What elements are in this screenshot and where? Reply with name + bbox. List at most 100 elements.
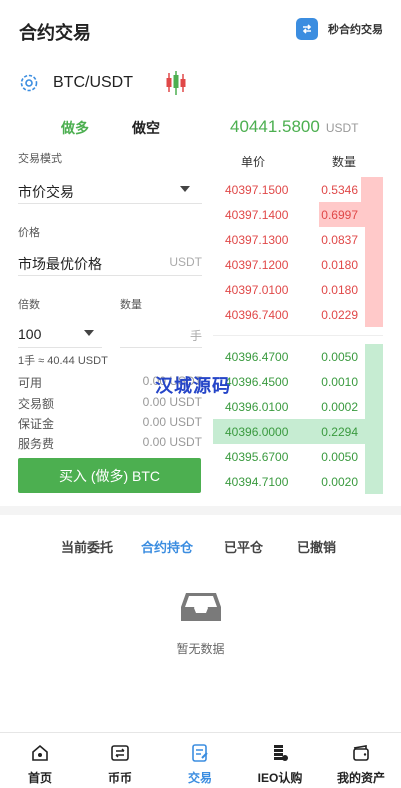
info-row: 服务费 0.00 USDT bbox=[18, 435, 202, 452]
orderbook-qty-header: 数量 bbox=[332, 155, 357, 169]
order-tab[interactable]: 已撤销 bbox=[297, 537, 336, 556]
order-qty: 0.0010 bbox=[321, 375, 358, 389]
candlestick-chart-icon[interactable] bbox=[165, 70, 187, 101]
buy-long-button[interactable]: 买入 (做多) BTC bbox=[18, 458, 201, 493]
wallet-icon bbox=[351, 743, 371, 768]
order-qty: 0.6997 bbox=[321, 208, 358, 222]
nav-label: IEO认购 bbox=[257, 771, 303, 785]
depth-bar bbox=[365, 444, 383, 469]
tab-short[interactable]: 做空 bbox=[132, 118, 160, 138]
last-price-unit: USDT bbox=[325, 121, 359, 135]
order-price: 40396.7400 bbox=[225, 308, 289, 322]
exchange-icon bbox=[110, 743, 130, 768]
order-tab[interactable]: 当前委托 bbox=[61, 537, 113, 556]
bid-row[interactable]: 40395.6700 0.0050 bbox=[213, 444, 383, 469]
order-price: 40397.1400 bbox=[225, 208, 289, 222]
depth-bar bbox=[365, 394, 383, 419]
info-value: 0.00 USDT bbox=[142, 415, 202, 429]
info-key: 服务费 bbox=[18, 437, 55, 451]
order-tabs: 当前委托 合约持仓 已平仓 已撤销 bbox=[0, 535, 401, 555]
second-contract-link[interactable]: 秒合约交易 bbox=[296, 18, 383, 40]
price-label: 价格 bbox=[18, 227, 40, 239]
home-icon bbox=[30, 743, 50, 768]
order-price: 40394.7100 bbox=[225, 475, 289, 489]
nav-item-1[interactable]: 币币 bbox=[80, 733, 160, 788]
trade-mode-label: 交易模式 bbox=[18, 153, 62, 165]
order-price: 40397.1500 bbox=[225, 183, 289, 197]
nav-label: 币币 bbox=[107, 771, 132, 785]
nav-label: 我的资产 bbox=[336, 771, 385, 785]
order-tab[interactable]: 合约持仓 bbox=[141, 537, 193, 556]
second-contract-label: 秒合约交易 bbox=[328, 24, 383, 36]
info-key: 可用 bbox=[18, 376, 43, 390]
ask-row[interactable]: 40397.1500 0.5346 bbox=[213, 177, 383, 202]
order-price: 40397.1200 bbox=[225, 258, 289, 272]
tab-long[interactable]: 做多 bbox=[61, 118, 89, 138]
order-qty: 0.5346 bbox=[321, 183, 358, 197]
coins-icon bbox=[270, 743, 290, 768]
nav-item-2[interactable]: 交易 bbox=[160, 733, 240, 788]
lot-note: 1手 ≈ 40.44 USDT bbox=[18, 355, 108, 367]
pair-name[interactable]: BTC/USDT bbox=[53, 74, 133, 92]
depth-bar bbox=[365, 369, 383, 394]
nav-item-0[interactable]: 首页 bbox=[0, 733, 80, 788]
nav-item-4[interactable]: 我的资产 bbox=[321, 733, 401, 788]
trade-icon bbox=[190, 743, 210, 768]
info-value: 0.00 USDT bbox=[142, 435, 202, 449]
order-qty: 0.0002 bbox=[321, 400, 358, 414]
orderbook-divider bbox=[213, 335, 383, 336]
depth-bar bbox=[365, 252, 383, 277]
multiple-value: 100 bbox=[18, 326, 42, 342]
order-qty: 0.0229 bbox=[321, 308, 358, 322]
order-price: 40396.0000 bbox=[225, 425, 289, 439]
bid-row[interactable]: 40396.4500 0.0010 bbox=[213, 369, 383, 394]
empty-tray-icon bbox=[180, 590, 222, 629]
multiple-label: 倍数 bbox=[18, 299, 40, 311]
bid-row[interactable]: 40396.0100 0.0002 bbox=[213, 394, 383, 419]
quantity-label: 数量 bbox=[120, 299, 142, 311]
bid-row[interactable]: 40394.7100 0.0020 bbox=[213, 469, 383, 494]
pair-bar: BTC/USDT bbox=[0, 66, 401, 102]
price-field[interactable]: 市场最优价格 USDT bbox=[18, 246, 202, 276]
order-qty: 0.0050 bbox=[321, 450, 358, 464]
order-price: 40395.6700 bbox=[225, 450, 289, 464]
info-key: 保证金 bbox=[18, 417, 55, 431]
swap-arrows-icon bbox=[296, 18, 318, 40]
empty-state-text: 暂无数据 bbox=[176, 642, 225, 656]
quantity-input[interactable]: 手 bbox=[120, 318, 202, 348]
info-row: 保证金 0.00 USDT bbox=[18, 415, 202, 432]
depth-bar bbox=[365, 227, 383, 252]
multiple-select[interactable]: 100 bbox=[18, 318, 102, 348]
nav-item-3[interactable]: IEO认购 bbox=[240, 733, 320, 788]
ask-row[interactable]: 40396.7400 0.0229 bbox=[213, 302, 383, 327]
side-tabs: 做多 做空 bbox=[0, 116, 210, 138]
gear-icon[interactable] bbox=[18, 72, 40, 99]
last-price-value: 40441.5800 bbox=[230, 117, 320, 136]
order-tab[interactable]: 已平仓 bbox=[224, 537, 263, 556]
info-key: 交易额 bbox=[18, 397, 55, 411]
page-title: 合约交易 bbox=[19, 23, 91, 43]
price-value: 市场最优价格 bbox=[18, 256, 102, 272]
depth-bar bbox=[365, 277, 383, 302]
order-price: 40396.0100 bbox=[225, 400, 289, 414]
bid-row[interactable]: 40396.4700 0.0050 bbox=[213, 344, 383, 369]
order-price: 40397.0100 bbox=[225, 283, 289, 297]
order-price: 40396.4500 bbox=[225, 375, 289, 389]
depth-bar bbox=[365, 344, 383, 369]
ask-row[interactable]: 40397.0100 0.0180 bbox=[213, 277, 383, 302]
order-qty: 0.2294 bbox=[321, 425, 358, 439]
order-qty: 0.0020 bbox=[321, 475, 358, 489]
depth-bar bbox=[365, 469, 383, 494]
bottom-nav: 首页 币币 交易 IEO认购 我的资产 bbox=[0, 732, 401, 788]
ask-row[interactable]: 40397.1200 0.0180 bbox=[213, 252, 383, 277]
bid-row[interactable]: 40396.0000 0.2294 bbox=[213, 419, 383, 444]
ask-row[interactable]: 40397.1300 0.0837 bbox=[213, 227, 383, 252]
ask-row[interactable]: 40397.1400 0.6997 bbox=[213, 202, 383, 227]
price-unit: USDT bbox=[169, 255, 202, 269]
trade-mode-select[interactable]: 市价交易 bbox=[18, 174, 202, 204]
depth-bar bbox=[365, 302, 383, 327]
quantity-unit: 手 bbox=[189, 329, 202, 343]
chevron-down-icon bbox=[180, 186, 190, 192]
order-qty: 0.0180 bbox=[321, 283, 358, 297]
page-header: 合约交易 秒合约交易 bbox=[0, 0, 401, 60]
